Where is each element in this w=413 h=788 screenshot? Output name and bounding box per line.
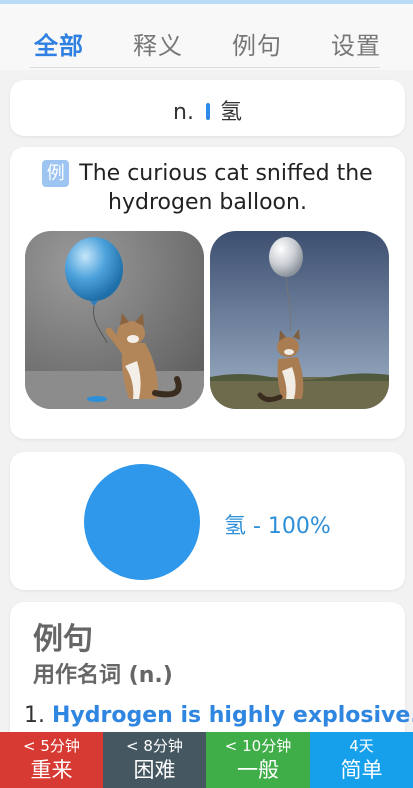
good-label: 一般 [237, 758, 279, 782]
easy-interval: 4天 [349, 737, 374, 755]
sentences-subtitle: 用作名词 (n.) [33, 663, 173, 688]
sentence-number: 1. [24, 703, 45, 728]
example-card: 例 The curious cat sniffed the hydrogen ba… [10, 147, 405, 439]
tab-divider [30, 67, 380, 68]
tab-definitions[interactable]: 释义 [133, 26, 183, 61]
hard-interval: < 8分钟 [126, 737, 183, 755]
review-button-bar: < 5分钟 重来 < 8分钟 困难 < 10分钟 一般 4天 简单 [0, 732, 413, 788]
sentences-title: 例句 [33, 622, 93, 657]
definition-meaning: 氢 [219, 100, 242, 125]
example-sentences-card: 例句 用作名词 (n.) 1. Hydrogen is highly explo… [10, 602, 413, 752]
tab-examples[interactable]: 例句 [232, 26, 282, 61]
definition-marker [205, 103, 210, 120]
cat-balloon-image-field [210, 231, 389, 409]
pie-chart [84, 464, 200, 580]
tab-settings[interactable]: 设置 [331, 26, 381, 61]
again-interval: < 5分钟 [23, 737, 80, 755]
tab-bar: 全部 释义 例句 设置 [0, 4, 413, 70]
again-button[interactable]: < 5分钟 重来 [0, 732, 103, 788]
example-badge: 例 [42, 160, 70, 187]
again-label: 重来 [30, 758, 73, 782]
easy-button[interactable]: 4天 简单 [310, 732, 413, 788]
hard-button[interactable]: < 8分钟 困难 [103, 732, 206, 788]
example-sentence: The curious cat sniffed the hydrogen bal… [79, 161, 373, 215]
tab-all[interactable]: 全部 [34, 26, 84, 61]
pie-slice-氢 [84, 464, 200, 580]
cat-balloon-image-studio [25, 231, 204, 409]
hard-label: 困难 [133, 758, 176, 782]
good-button[interactable]: < 10分钟 一般 [206, 732, 310, 788]
definition-card: n. 氢 [10, 80, 405, 136]
part-of-speech: n. [173, 100, 194, 125]
pie-chart-card: 氢 - 100% [10, 452, 405, 590]
sentence-text: Hydrogen is highly explosive. [52, 703, 413, 728]
example-text: 例 The curious cat sniffed the hydrogen ba… [24, 159, 391, 217]
pie-legend: 氢 - 100% [224, 514, 331, 539]
sentence-item: 1. Hydrogen is highly explosive. [24, 703, 413, 728]
definition-row: n. 氢 [10, 94, 405, 126]
easy-label: 简单 [340, 758, 383, 782]
good-interval: < 10分钟 [224, 737, 292, 755]
